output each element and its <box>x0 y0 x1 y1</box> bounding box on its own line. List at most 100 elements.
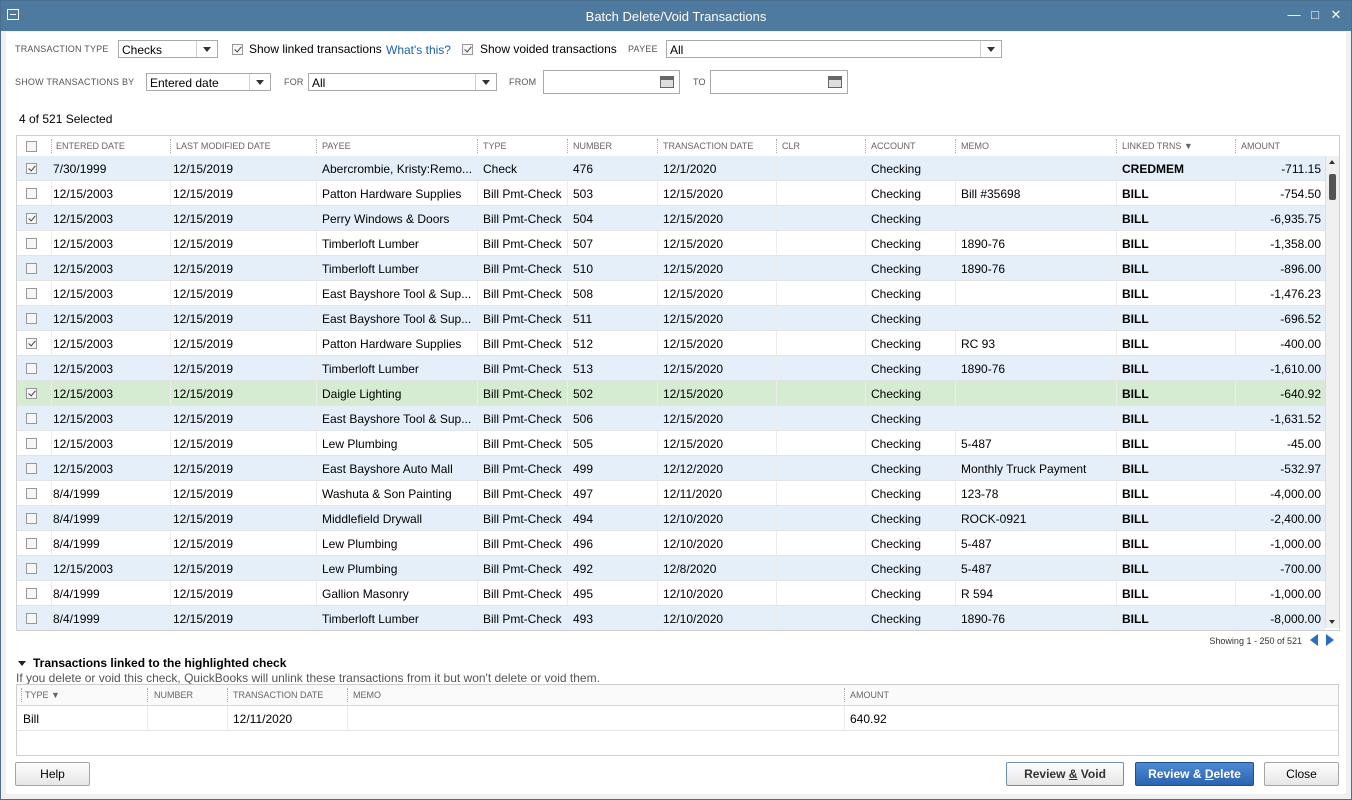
col-amount[interactable]: AMOUNT <box>1241 141 1280 151</box>
minimize-icon[interactable]: — <box>1285 7 1303 22</box>
cell-account: Checking <box>871 387 922 401</box>
table-row[interactable]: 12/15/2003 12/15/2019 East Bayshore Tool &… <box>17 306 1325 331</box>
table-row[interactable]: 8/4/1999 12/15/2019 Middlefield Drywall Bil… <box>17 506 1325 531</box>
row-checkbox[interactable] <box>26 163 37 174</box>
row-checkbox[interactable] <box>26 263 37 274</box>
linked-col-type[interactable]: TYPE ▼ <box>25 690 60 700</box>
col-last-modified[interactable]: LAST MODIFIED DATE <box>176 141 271 151</box>
cell-payee: Patton Hardware Supplies <box>322 337 462 351</box>
table-row[interactable]: 7/30/1999 12/15/2019 Abercrombie, Kristy:R… <box>17 156 1325 181</box>
row-checkbox[interactable] <box>26 388 37 399</box>
calendar-icon[interactable] <box>660 76 674 88</box>
scroll-thumb[interactable] <box>1329 174 1336 200</box>
col-payee[interactable]: PAYEE <box>322 141 351 151</box>
table-row[interactable]: 12/15/2003 12/15/2019 Patton Hardware Supp… <box>17 181 1325 206</box>
cell-amount: -896.00 <box>1280 262 1321 276</box>
cell-amount: -6,935.75 <box>1270 212 1321 226</box>
scroll-down-icon[interactable] <box>1329 620 1335 624</box>
row-checkbox[interactable] <box>26 488 37 499</box>
row-checkbox[interactable] <box>26 213 37 224</box>
row-checkbox[interactable] <box>26 538 37 549</box>
select-all-checkbox[interactable] <box>26 141 37 152</box>
table-row[interactable]: 12/15/2003 12/15/2019 Timberloft Lumber Bil… <box>17 356 1325 381</box>
linked-row[interactable]: Bill 12/11/2020 640.92 <box>17 706 1338 731</box>
col-memo[interactable]: MEMO <box>961 141 989 151</box>
row-checkbox[interactable] <box>26 413 37 424</box>
show-linked-checkbox[interactable] <box>232 44 243 55</box>
col-clr[interactable]: CLR <box>782 141 800 151</box>
row-checkbox[interactable] <box>26 338 37 349</box>
show-voided-checkbox[interactable] <box>462 44 473 55</box>
show-by-dropdown[interactable]: Entered date <box>146 73 271 91</box>
cell-modified: 12/15/2019 <box>173 537 234 551</box>
review-delete-button[interactable]: Review & Delete <box>1135 762 1254 786</box>
for-dropdown[interactable]: All <box>308 73 497 91</box>
row-checkbox[interactable] <box>26 238 37 249</box>
col-number[interactable]: NUMBER <box>573 141 612 151</box>
col-type[interactable]: TYPE <box>483 141 507 151</box>
table-row[interactable]: 12/15/2003 12/15/2019 Perry Windows & Door… <box>17 206 1325 231</box>
table-row[interactable]: 8/4/1999 12/15/2019 Gallion Masonry Bill Pm… <box>17 581 1325 606</box>
table-row[interactable]: 12/15/2003 12/15/2019 East Bayshore Auto M… <box>17 456 1325 481</box>
cell-modified: 12/15/2019 <box>173 187 234 201</box>
maximize-icon[interactable]: □ <box>1306 7 1324 22</box>
linked-col-transaction-date[interactable]: TRANSACTION DATE <box>233 690 323 700</box>
cell-linked: BILL <box>1122 462 1149 476</box>
table-row[interactable]: 12/15/2003 12/15/2019 East Bayshore Tool &… <box>17 281 1325 306</box>
row-checkbox[interactable] <box>26 563 37 574</box>
from-date-field[interactable] <box>543 70 680 94</box>
table-row[interactable]: 12/15/2003 12/15/2019 Patton Hardware Supp… <box>17 331 1325 356</box>
review-void-button[interactable]: Review & Void <box>1006 762 1124 786</box>
calendar-icon[interactable] <box>828 76 842 88</box>
cell-linked: BILL <box>1122 237 1149 251</box>
linked-col-amount[interactable]: AMOUNT <box>850 690 889 700</box>
cell-linked: BILL <box>1122 537 1149 551</box>
table-row[interactable]: 8/4/1999 12/15/2019 Timberloft Lumber Bill … <box>17 606 1325 630</box>
close-icon[interactable]: ✕ <box>1327 7 1345 23</box>
row-checkbox[interactable] <box>26 588 37 599</box>
cell-modified: 12/15/2019 <box>173 587 234 601</box>
col-transaction-date[interactable]: TRANSACTION DATE <box>663 141 753 151</box>
next-page-icon[interactable] <box>1326 634 1334 646</box>
table-row[interactable]: 12/15/2003 12/15/2019 Timberloft Lumber Bil… <box>17 231 1325 256</box>
whats-this-link[interactable]: What's this? <box>386 43 451 57</box>
row-checkbox[interactable] <box>26 463 37 474</box>
linked-col-memo[interactable]: MEMO <box>353 690 381 700</box>
col-entered-date[interactable]: ENTERED DATE <box>56 141 125 151</box>
grid-scrollbar[interactable] <box>1325 156 1339 628</box>
to-date-field[interactable] <box>710 70 848 94</box>
table-row[interactable]: 8/4/1999 12/15/2019 Washuta & Son Painting… <box>17 481 1325 506</box>
table-row[interactable]: 12/15/2003 12/15/2019 Timberloft Lumber Bil… <box>17 256 1325 281</box>
scroll-up-icon[interactable] <box>1329 160 1335 164</box>
table-row[interactable]: 12/15/2003 12/15/2019 Daigle Lighting Bill … <box>17 381 1325 406</box>
close-button[interactable]: Close <box>1264 762 1339 786</box>
cell-amount: -700.00 <box>1280 562 1321 576</box>
linked-col-number[interactable]: NUMBER <box>154 690 193 700</box>
row-checkbox[interactable] <box>26 188 37 199</box>
prev-page-icon[interactable] <box>1310 634 1318 646</box>
pager-text: Showing 1 - 250 of 521 <box>1209 636 1302 646</box>
transaction-type-dropdown[interactable]: Checks <box>118 40 218 58</box>
cell-entered: 12/15/2003 <box>53 387 114 401</box>
row-checkbox[interactable] <box>26 513 37 524</box>
cell-payee: Patton Hardware Supplies <box>322 187 462 201</box>
row-checkbox[interactable] <box>26 313 37 324</box>
cell-memo: 1890-76 <box>961 362 1006 376</box>
payee-dropdown[interactable]: All <box>666 40 1002 58</box>
col-linked-trns[interactable]: LINKED TRNS ▼ <box>1122 141 1193 151</box>
table-row[interactable]: 8/4/1999 12/15/2019 Lew Plumbing Bill Pmt-C… <box>17 531 1325 556</box>
row-checkbox[interactable] <box>26 363 37 374</box>
help-button[interactable]: Help <box>15 762 90 786</box>
cell-number: 493 <box>573 612 594 626</box>
table-row[interactable]: 12/15/2003 12/15/2019 Lew Plumbing Bill Pmt… <box>17 556 1325 581</box>
cell-linked: BILL <box>1122 612 1149 626</box>
table-row[interactable]: 12/15/2003 12/15/2019 Lew Plumbing Bill Pmt… <box>17 431 1325 456</box>
col-account[interactable]: ACCOUNT <box>871 141 916 151</box>
cell-memo: RC 93 <box>961 337 996 351</box>
table-row[interactable]: 12/15/2003 12/15/2019 East Bayshore Tool &… <box>17 406 1325 431</box>
cell-payee: Middlefield Drywall <box>322 512 423 526</box>
row-checkbox[interactable] <box>26 288 37 299</box>
row-checkbox[interactable] <box>26 613 37 624</box>
linked-section-toggle[interactable]: Transactions linked to the highlighted c… <box>18 656 286 670</box>
row-checkbox[interactable] <box>26 438 37 449</box>
